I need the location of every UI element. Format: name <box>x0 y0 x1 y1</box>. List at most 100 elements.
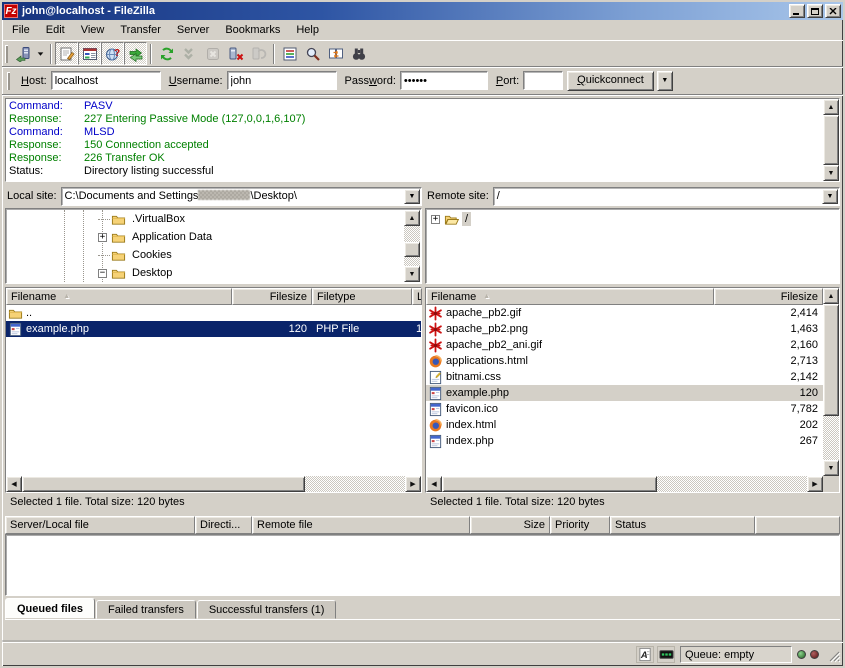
queue-column-header-priority[interactable]: Priority <box>550 516 610 534</box>
file-row-apache-pb2-gif[interactable]: apache_pb2.gif2,414 <box>426 305 823 321</box>
quickconnect-dropdown-button[interactable]: ▼ <box>657 71 673 91</box>
tree-item-virtualbox[interactable]: .VirtualBox <box>7 210 404 228</box>
folder-icon <box>111 266 126 281</box>
file-row-[interactable]: .. <box>6 305 421 321</box>
scrollbar-right-button[interactable]: ▶ <box>405 476 421 492</box>
toolbar-button-file-search[interactable] <box>301 42 324 65</box>
file-name: example.php <box>26 323 89 335</box>
file-search-icon <box>305 46 321 62</box>
file-row-example-php[interactable]: example.php120PHP File1 <box>6 321 421 337</box>
column-header-filename[interactable]: Filename▲ <box>426 288 714 305</box>
quickconnect-button[interactable]: Quickconnect <box>567 71 654 91</box>
scrollbar-thumb[interactable] <box>823 304 839 416</box>
file-row-index-html[interactable]: index.html202 <box>426 417 823 433</box>
php-icon <box>428 434 443 449</box>
queue-column-header-status[interactable]: Status <box>610 516 755 534</box>
menu-item-server[interactable]: Server <box>169 21 217 39</box>
remote-horizontal-scrollbar[interactable]: ◀ ▶ <box>426 476 823 492</box>
scrollbar-thumb[interactable] <box>404 242 420 257</box>
menu-item-bookmarks[interactable]: Bookmarks <box>217 21 288 39</box>
scrollbar-thumb[interactable] <box>442 476 657 492</box>
toolbar-button-directory-comparison[interactable] <box>347 42 370 65</box>
file-size-cell: 2,142 <box>714 371 823 383</box>
file-row-favicon-ico[interactable]: favicon.ico7,782 <box>426 401 823 417</box>
statusbar-icons: A <box>636 646 675 663</box>
column-header-l[interactable]: L <box>412 288 422 305</box>
toolbar-button-toggle-remote-tree[interactable]: ? <box>101 42 124 65</box>
tree-item-[interactable]: +/ <box>427 210 838 228</box>
file-row-apache-pb2-png[interactable]: apache_pb2.png1,463 <box>426 321 823 337</box>
queue-column-header-size[interactable]: Size <box>470 516 550 534</box>
menu-item-view[interactable]: View <box>73 21 113 39</box>
log-scrollbar[interactable]: ▲ ▼ <box>823 99 839 181</box>
host-input[interactable] <box>51 71 161 90</box>
tab-failed-transfers[interactable]: Failed transfers <box>96 600 196 619</box>
toolbar-button-toggle-message-log[interactable] <box>55 42 78 65</box>
toolbar-button-site-manager-dropdown[interactable] <box>34 42 47 65</box>
menu-item-file[interactable]: File <box>4 21 38 39</box>
scrollbar-down-button[interactable]: ▼ <box>823 460 839 476</box>
toolbar-button-refresh[interactable] <box>155 42 178 65</box>
file-row-example-php[interactable]: example.php120 <box>426 385 823 401</box>
toolbar-button-site-manager[interactable] <box>11 42 34 65</box>
local-tree-scrollbar[interactable]: ▲ ▼ <box>404 210 420 282</box>
scrollbar-right-button[interactable]: ▶ <box>807 476 823 492</box>
toolbar-button-toggle-local-tree[interactable] <box>78 42 101 65</box>
password-input[interactable] <box>400 71 488 90</box>
toolbar-button-directory-listing-filter[interactable] <box>278 42 301 65</box>
resize-grip[interactable] <box>827 647 841 663</box>
menu-item-transfer[interactable]: Transfer <box>112 21 169 39</box>
scrollbar-down-button[interactable]: ▼ <box>404 266 420 282</box>
tree-expander-minus[interactable]: − <box>98 269 107 278</box>
local-site-combobox[interactable]: C:\Documents and Settings\Desktop\ ▼ <box>61 187 422 206</box>
tree-item-cookies[interactable]: Cookies <box>7 246 404 264</box>
menu-item-help[interactable]: Help <box>288 21 327 39</box>
close-button[interactable] <box>825 4 841 18</box>
scrollbar-up-button[interactable]: ▲ <box>823 99 839 115</box>
file-row-index-php[interactable]: index.php267 <box>426 433 823 449</box>
minimize-button[interactable] <box>789 4 805 18</box>
log-line-type: Response: <box>6 113 84 126</box>
remote-vertical-scrollbar[interactable]: ▲ ▼ <box>823 288 839 476</box>
tab-queued-files[interactable]: Queued files <box>5 598 95 619</box>
remote-site-dropdown-button[interactable]: ▼ <box>822 189 838 204</box>
scrollbar-left-button[interactable]: ◀ <box>426 476 442 492</box>
tree-expander-plus[interactable]: + <box>431 215 440 224</box>
queue-column-header-directi[interactable]: Directi... <box>195 516 252 534</box>
queue-column-header-remote-file[interactable]: Remote file <box>252 516 470 534</box>
tab-successful-transfers-1[interactable]: Successful transfers (1) <box>197 600 337 619</box>
toolbar-button-toggle-transfer-queue[interactable] <box>124 42 147 65</box>
scrollbar-up-button[interactable]: ▲ <box>404 210 420 226</box>
tree-item-application-data[interactable]: +Application Data <box>7 228 404 246</box>
toolbar-button-disconnect[interactable] <box>224 42 247 65</box>
file-row-bitnami-css[interactable]: bitnami.css 2,142 <box>426 369 823 385</box>
port-input[interactable] <box>523 71 563 90</box>
local-pane: Local site: C:\Documents and Settings\De… <box>5 186 422 510</box>
column-header-filesize[interactable]: Filesize <box>232 288 312 305</box>
remote-site-combobox[interactable]: / ▼ <box>493 187 840 206</box>
scrollbar-down-button[interactable]: ▼ <box>823 165 839 181</box>
column-header-label: Filename <box>11 291 56 303</box>
redacted-username <box>198 190 250 200</box>
scrollbar-thumb[interactable] <box>22 476 305 492</box>
column-header-filename[interactable]: Filename▲ <box>6 288 232 305</box>
column-header-filetype[interactable]: Filetype <box>312 288 412 305</box>
toolbar-button-synchronized-browsing[interactable] <box>324 42 347 65</box>
column-header-filesize[interactable]: Filesize <box>714 288 823 305</box>
local-site-dropdown-button[interactable]: ▼ <box>404 189 420 204</box>
queue-column-header-server-local-file[interactable]: Server/Local file <box>5 516 195 534</box>
scrollbar-up-button[interactable]: ▲ <box>823 288 839 304</box>
file-row-applications-html[interactable]: applications.html2,713 <box>426 353 823 369</box>
file-name: .. <box>26 307 32 319</box>
username-input[interactable] <box>227 71 337 90</box>
maximize-button[interactable] <box>807 4 823 18</box>
scrollbar-thumb[interactable] <box>823 115 839 165</box>
local-horizontal-scrollbar[interactable]: ◀ ▶ <box>6 476 421 492</box>
menu-item-edit[interactable]: Edit <box>38 21 73 39</box>
file-name: bitnami.css <box>446 371 501 383</box>
scrollbar-corner <box>823 476 839 492</box>
tree-expander-plus[interactable]: + <box>98 233 107 242</box>
file-row-apache-pb2-ani-gif[interactable]: apache_pb2_ani.gif2,160 <box>426 337 823 353</box>
tree-item-desktop[interactable]: −Desktop <box>7 264 404 282</box>
scrollbar-left-button[interactable]: ◀ <box>6 476 22 492</box>
